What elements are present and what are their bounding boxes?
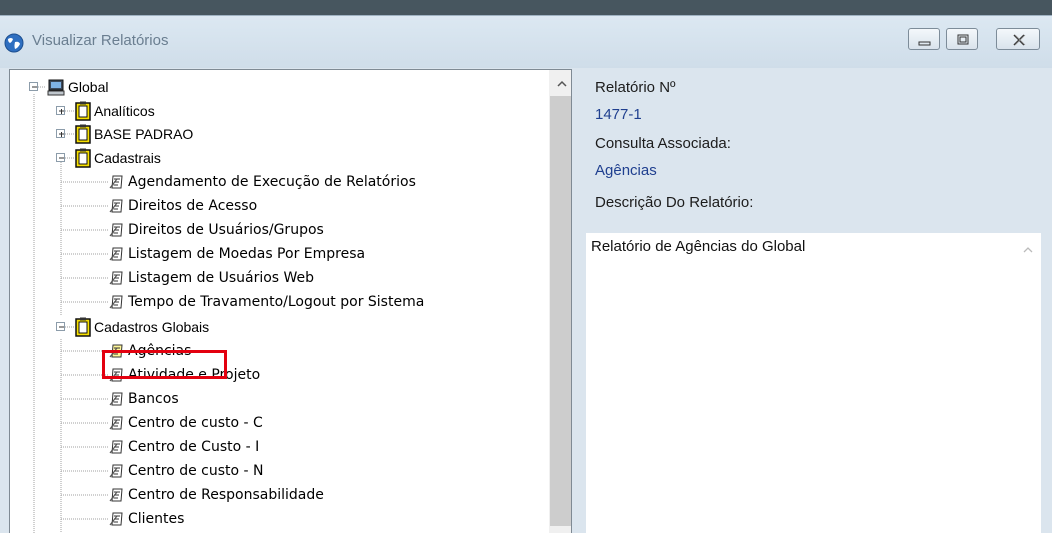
collapse-icon[interactable] <box>56 153 65 162</box>
report-icon <box>109 247 123 261</box>
report-item[interactable]: Direitos de Acesso <box>10 195 490 217</box>
tree-node-global[interactable]: Global <box>10 76 310 98</box>
report-item-label: Clientes <box>128 511 185 527</box>
close-button[interactable] <box>996 28 1040 50</box>
clipboard-icon <box>75 317 91 337</box>
maximize-icon <box>957 34 969 45</box>
expand-icon[interactable] <box>56 129 65 138</box>
report-item-label: Centro de Responsabilidade <box>128 487 324 503</box>
report-item[interactable]: Centro de Responsabilidade <box>10 484 490 506</box>
report-item-label: Direitos de Usuários/Grupos <box>128 222 324 238</box>
tree-scrollbar[interactable] <box>549 70 571 533</box>
report-item-label: Agendamento de Execução de Relatórios <box>128 174 416 190</box>
scrollbar-thumb[interactable] <box>550 96 571 526</box>
clipboard-icon <box>75 124 91 144</box>
clipboard-icon <box>75 148 91 168</box>
scroll-up-icon[interactable] <box>556 79 568 89</box>
report-item[interactable]: Listagem de Usuários Web <box>10 267 490 289</box>
report-item-label: Tempo de Travamento/Logout por Sistema <box>128 294 425 310</box>
report-item-label: Centro de Custo - I <box>128 439 260 455</box>
maximize-button[interactable] <box>946 28 978 50</box>
expand-icon[interactable] <box>56 106 65 115</box>
report-tree[interactable]: Global Analíticos BASE PADRAO Cadastrais… <box>9 69 572 533</box>
tree-node-base-padrao[interactable]: BASE PADRAO <box>10 123 310 145</box>
report-item[interactable]: Atividade e Projeto <box>10 364 490 386</box>
report-item[interactable]: Tempo de Travamento/Logout por Sistema <box>10 291 490 313</box>
tree-node-label: Cadastros Globais <box>94 319 210 335</box>
report-item[interactable]: Centro de Custo - I <box>10 436 490 458</box>
description-label: Descrição Do Relatório: <box>595 194 754 211</box>
report-item-selected[interactable]: Agências <box>10 340 490 362</box>
report-details-panel: Relatório Nº 1477-1 Consulta Associada: … <box>586 69 1052 533</box>
report-item-label: Centro de custo - N <box>128 463 264 479</box>
report-icon <box>109 512 123 526</box>
report-icon <box>109 295 123 309</box>
description-textarea[interactable]: Relatório de Agências do Global <box>586 233 1041 533</box>
report-item[interactable]: Centro de custo - N <box>10 460 490 482</box>
title-bar[interactable]: Visualizar Relatórios <box>0 16 1052 68</box>
report-item-label: Listagem de Usuários Web <box>128 270 315 286</box>
report-item-label: Listagem de Moedas Por Empresa <box>128 246 366 262</box>
tree-node-analiticos[interactable]: Analíticos <box>10 100 310 122</box>
report-icon <box>109 199 123 213</box>
globe-icon <box>4 33 24 53</box>
clipboard-icon <box>75 101 91 121</box>
tree-node-label: Global <box>68 79 109 95</box>
minimize-button[interactable] <box>908 28 940 50</box>
report-icon <box>109 271 123 285</box>
report-icon <box>109 416 123 430</box>
tree-node-cadastros-globais[interactable]: Cadastros Globais <box>10 316 310 338</box>
collapse-icon[interactable] <box>56 322 65 331</box>
query-value: Agências <box>595 162 657 179</box>
report-number-value: 1477-1 <box>595 106 642 123</box>
minimize-icon <box>918 41 931 46</box>
report-item[interactable]: Direitos de Usuários/Grupos <box>10 219 490 241</box>
desktop-strip <box>0 0 1052 15</box>
report-viewer-window: Visualizar Relatórios Global Analíticos … <box>0 15 1052 533</box>
report-item[interactable]: Agendamento de Execução de Relatórios <box>10 171 490 193</box>
report-icon <box>109 175 123 189</box>
collapse-icon[interactable] <box>29 82 38 91</box>
report-icon <box>109 392 123 406</box>
report-icon <box>109 488 123 502</box>
report-item[interactable]: Clientes <box>10 508 490 530</box>
close-icon <box>1013 34 1026 46</box>
tree-node-label: BASE PADRAO <box>94 126 194 142</box>
report-item[interactable]: Listagem de Moedas Por Empresa <box>10 243 490 265</box>
description-text: Relatório de Agências do Global <box>591 238 806 255</box>
report-icon <box>109 440 123 454</box>
tree-node-label: Analíticos <box>94 103 155 119</box>
report-item-label: Centro de custo - C <box>128 415 263 431</box>
report-item-label: Bancos <box>128 391 179 407</box>
report-item[interactable]: Bancos <box>10 388 490 410</box>
query-label: Consulta Associada: <box>595 135 731 152</box>
scroll-up-icon[interactable] <box>1022 245 1034 255</box>
tree-node-cadastrais[interactable]: Cadastrais <box>10 147 310 169</box>
report-item-label: Direitos de Acesso <box>128 198 258 214</box>
window-title: Visualizar Relatórios <box>32 32 169 49</box>
selection-highlight-box <box>102 350 227 379</box>
report-item[interactable]: Centro de custo - C <box>10 412 490 434</box>
report-icon <box>109 464 123 478</box>
computer-icon <box>47 79 65 96</box>
report-number-label: Relatório Nº <box>595 79 676 96</box>
report-icon <box>109 223 123 237</box>
tree-node-label: Cadastrais <box>94 150 161 166</box>
